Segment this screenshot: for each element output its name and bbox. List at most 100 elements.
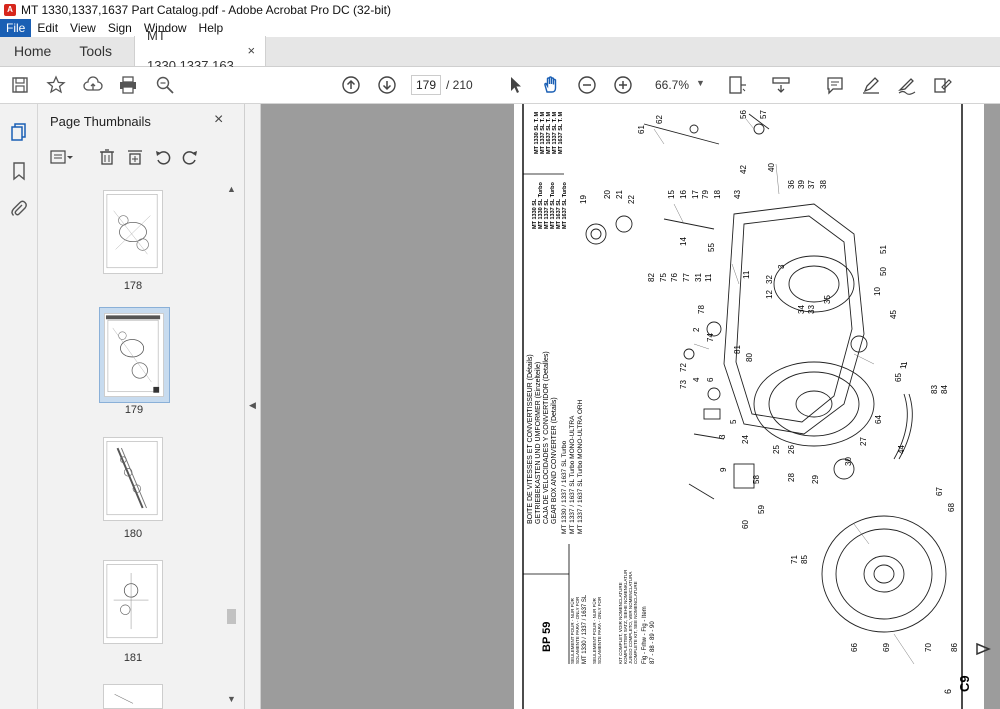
svg-text:75: 75: [659, 273, 668, 282]
svg-text:80: 80: [745, 353, 754, 362]
previous-page-icon[interactable]: [341, 75, 361, 95]
left-rail: [0, 104, 38, 709]
scroll-up-icon[interactable]: ▲: [227, 184, 236, 194]
svg-text:64: 64: [874, 415, 883, 424]
svg-text:Fig - Frhw - Fig - Item: Fig - Frhw - Fig - Item: [642, 606, 648, 664]
svg-text:MT 1330 / 1337 / 1637 SL Turbo: MT 1330 / 1337 / 1637 SL Turbo: [561, 440, 568, 534]
svg-text:40: 40: [767, 163, 776, 172]
rotate-ccw-icon[interactable]: [154, 148, 172, 166]
svg-text:34: 34: [797, 305, 806, 314]
document-area[interactable]: MT 1330 SL MT 1330 SL Turbo MT 1337 SL M…: [261, 104, 1000, 709]
svg-text:78: 78: [697, 305, 706, 314]
svg-text:12: 12: [765, 290, 774, 299]
page-thumbnail-179[interactable]: [104, 313, 164, 397]
tab-tools[interactable]: Tools: [65, 36, 126, 66]
print-icon[interactable]: [118, 75, 138, 95]
save-icon[interactable]: [10, 75, 30, 95]
delete-page-icon[interactable]: [98, 148, 116, 166]
svg-text:25: 25: [772, 445, 781, 454]
svg-text:58: 58: [752, 475, 761, 484]
menu-edit[interactable]: Edit: [31, 19, 64, 37]
svg-text:16: 16: [679, 190, 688, 199]
attachments-icon[interactable]: [9, 199, 29, 219]
svg-text:43: 43: [733, 190, 742, 199]
svg-text:MT 1337 / 1637 SL Turbo MONO-U: MT 1337 / 1637 SL Turbo MONO-ULTRA ORH: [577, 399, 584, 534]
svg-text:57: 57: [759, 110, 768, 119]
hand-tool-icon[interactable]: [541, 75, 561, 95]
highlight-pen-icon[interactable]: [861, 75, 881, 95]
bookmark-star-icon[interactable]: [46, 75, 66, 95]
fit-page-icon[interactable]: [727, 75, 747, 95]
scroll-down-icon[interactable]: ▼: [227, 694, 236, 704]
page-number-printed: 6: [943, 689, 953, 694]
bookmarks-icon[interactable]: [9, 161, 29, 181]
diagram-title: BOITE DE VITESSES ET CONVERTISSEUR (Déta…: [527, 354, 534, 524]
svg-text:65: 65: [894, 373, 903, 382]
window-title: MT 1330,1337,1637 Part Catalog.pdf - Ado…: [21, 2, 391, 17]
thumbnail-scrollbar[interactable]: ▲ ▼: [225, 184, 239, 706]
svg-text:71: 71: [790, 555, 799, 564]
next-page-icon[interactable]: [377, 75, 397, 95]
page-thumbnail-181[interactable]: [103, 560, 163, 644]
svg-text:33: 33: [807, 305, 816, 314]
chevron-down-icon[interactable]: ▼: [696, 78, 705, 88]
sign-icon[interactable]: [897, 75, 917, 95]
edit-pdf-icon[interactable]: [932, 75, 952, 95]
thumbnail-label-180: 180: [123, 528, 143, 540]
menu-file[interactable]: File: [0, 19, 32, 37]
svg-text:11: 11: [704, 273, 713, 282]
page-thumbnails-icon[interactable]: [9, 122, 29, 142]
svg-text:44: 44: [897, 445, 906, 454]
scroll-mode-icon[interactable]: [771, 75, 791, 95]
page-thumbnail-178[interactable]: [103, 190, 163, 274]
comment-icon[interactable]: [825, 75, 845, 95]
search-zoom-icon[interactable]: [155, 75, 175, 95]
svg-text:83: 83: [930, 385, 939, 394]
svg-text:MT 1637 SL Turbo: MT 1637 SL Turbo: [562, 181, 568, 229]
current-page-input[interactable]: 179: [411, 75, 441, 95]
svg-text:5: 5: [729, 419, 738, 424]
svg-text:18: 18: [713, 190, 722, 199]
menu-sign[interactable]: Sign: [102, 19, 138, 37]
plate-code: BP 59: [541, 622, 553, 652]
svg-text:COMPLETE KIT, SEE NOMENCLATURE: COMPLETE KIT, SEE NOMENCLATURE: [633, 581, 638, 664]
svg-text:74: 74: [706, 333, 715, 342]
svg-text:59: 59: [757, 505, 766, 514]
svg-text:4: 4: [692, 377, 701, 382]
tab-document[interactable]: MT 1330,1337,163... ×: [134, 28, 267, 73]
svg-text:SOLAMENTE PARA - ONLY FOR: SOLAMENTE PARA - ONLY FOR: [597, 596, 602, 664]
menu-view[interactable]: View: [64, 19, 102, 37]
page-thumbnail-182[interactable]: [103, 684, 163, 709]
collapse-panel-icon[interactable]: ◀: [249, 400, 256, 411]
tab-home[interactable]: Home: [0, 36, 65, 66]
panel-splitter[interactable]: ◀: [245, 104, 261, 709]
rotate-cw-icon[interactable]: [181, 148, 199, 166]
cloud-upload-icon[interactable]: [83, 75, 103, 95]
svg-text:55: 55: [707, 243, 716, 252]
panel-title: Page Thumbnails: [50, 114, 151, 129]
svg-text:37: 37: [807, 180, 816, 189]
svg-text:60: 60: [741, 520, 750, 529]
insert-page-icon[interactable]: [126, 148, 144, 166]
svg-text:35: 35: [823, 295, 832, 304]
svg-text:56: 56: [739, 110, 748, 119]
svg-text:27: 27: [859, 437, 868, 446]
zoom-out-icon[interactable]: [577, 75, 597, 95]
tab-bar: Home Tools MT 1330,1337,163... ×: [0, 28, 1000, 73]
svg-text:GEAR BOX AND CONVERTER (Detail: GEAR BOX AND CONVERTER (Details): [551, 397, 558, 524]
svg-text:84: 84: [940, 385, 949, 394]
page-thumbnail-180[interactable]: [103, 437, 163, 521]
scrollbar-thumb[interactable]: [227, 609, 236, 624]
close-panel-button[interactable]: ×: [214, 111, 223, 129]
svg-text:SOLAMENTE PARA - ONLY FOR: SOLAMENTE PARA - ONLY FOR: [575, 596, 580, 664]
options-menu-icon[interactable]: [50, 148, 73, 166]
close-tab-button[interactable]: ×: [247, 36, 255, 66]
svg-text:87 - 88 - 89 - 90: 87 - 88 - 89 - 90: [650, 621, 656, 664]
svg-text:36: 36: [787, 180, 796, 189]
svg-text:30: 30: [844, 457, 853, 466]
zoom-in-icon[interactable]: [613, 75, 633, 95]
next-page-arrow-icon[interactable]: [974, 640, 992, 658]
select-cursor-icon[interactable]: [505, 75, 525, 95]
svg-text:86: 86: [950, 643, 959, 652]
svg-text:9: 9: [719, 467, 728, 472]
